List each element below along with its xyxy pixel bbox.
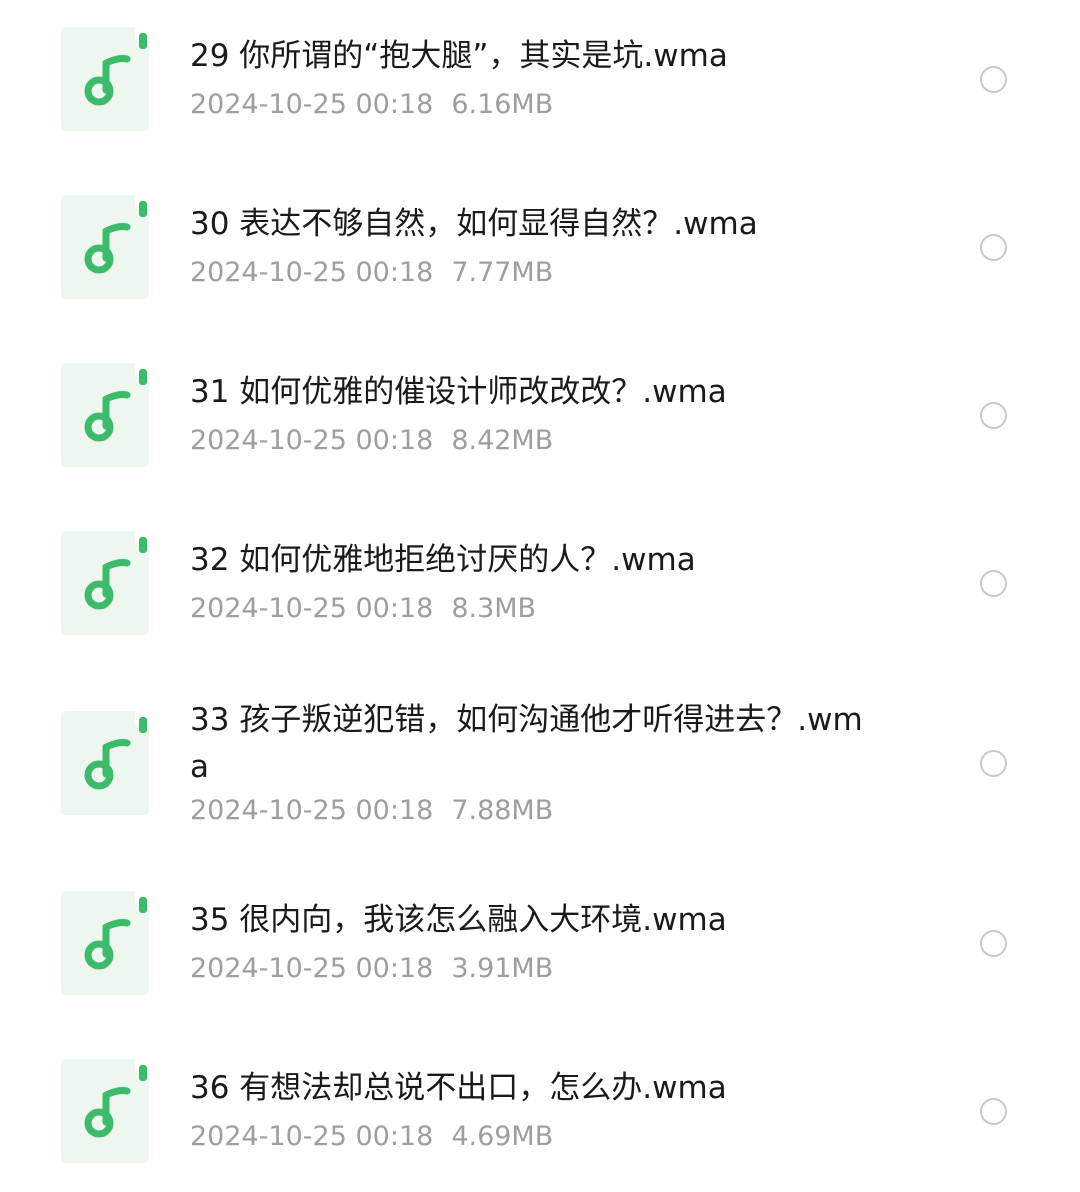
- file-meta: 2024-10-25 00:18 7.88MB: [190, 794, 553, 828]
- file-name: 35 很内向，我该怎么融入大环境.wma: [190, 902, 727, 938]
- file-meta: 2024-10-25 00:18 6.16MB: [190, 88, 553, 122]
- select-radio[interactable]: [980, 402, 1007, 429]
- file-meta: 2024-10-25 00:18 7.77MB: [190, 256, 553, 290]
- file-size: 6.16MB: [451, 89, 554, 120]
- select-radio[interactable]: [980, 750, 1007, 777]
- file-meta: 2024-10-25 00:18 8.3MB: [190, 592, 536, 626]
- file-size: 3.91MB: [451, 953, 554, 984]
- file-name: 30 表达不够自然，如何显得自然？.wma: [190, 206, 758, 242]
- file-list: 29 你所谓的“抱大腿”，其实是坑.wma 2024-10-25 00:18 6.…: [0, 0, 1080, 1192]
- file-date: 2024-10-25 00:18: [190, 953, 434, 984]
- music-file-icon: [61, 891, 149, 995]
- file-size: 4.69MB: [451, 1121, 554, 1152]
- music-file-icon: [61, 531, 149, 635]
- file-meta: 2024-10-25 00:18 8.42MB: [190, 424, 553, 458]
- file-date: 2024-10-25 00:18: [190, 425, 434, 456]
- file-date: 2024-10-25 00:18: [190, 257, 434, 288]
- select-radio[interactable]: [980, 66, 1007, 93]
- file-size: 8.42MB: [451, 425, 554, 456]
- music-file-icon: [61, 363, 149, 467]
- select-radio[interactable]: [980, 570, 1007, 597]
- file-meta: 2024-10-25 00:18 3.91MB: [190, 952, 553, 986]
- file-size: 7.77MB: [451, 257, 554, 288]
- file-name: 31 如何优雅的催设计师改改改？.wma: [190, 374, 727, 410]
- file-meta: 2024-10-25 00:18 4.69MB: [190, 1120, 553, 1154]
- file-date: 2024-10-25 00:18: [190, 1121, 434, 1152]
- file-size: 8.3MB: [451, 593, 537, 624]
- select-radio[interactable]: [980, 930, 1007, 957]
- music-file-icon: [61, 195, 149, 299]
- music-file-icon: [61, 27, 149, 131]
- select-radio[interactable]: [980, 234, 1007, 261]
- file-name: 36 有想法却总说不出口，怎么办.wma: [190, 1070, 727, 1106]
- file-name: 32 如何优雅地拒绝讨厌的人？.wma: [190, 542, 696, 578]
- file-name: 29 你所谓的“抱大腿”，其实是坑.wma: [190, 38, 728, 74]
- select-radio[interactable]: [980, 1098, 1007, 1125]
- file-date: 2024-10-25 00:18: [190, 89, 434, 120]
- file-date: 2024-10-25 00:18: [190, 795, 434, 826]
- music-file-icon: [61, 711, 149, 815]
- file-name: 33 孩子叛逆犯错，如何沟通他才听得进去？.wma: [190, 702, 863, 785]
- music-file-icon: [61, 1059, 149, 1163]
- file-date: 2024-10-25 00:18: [190, 593, 434, 624]
- file-size: 7.88MB: [451, 795, 554, 826]
